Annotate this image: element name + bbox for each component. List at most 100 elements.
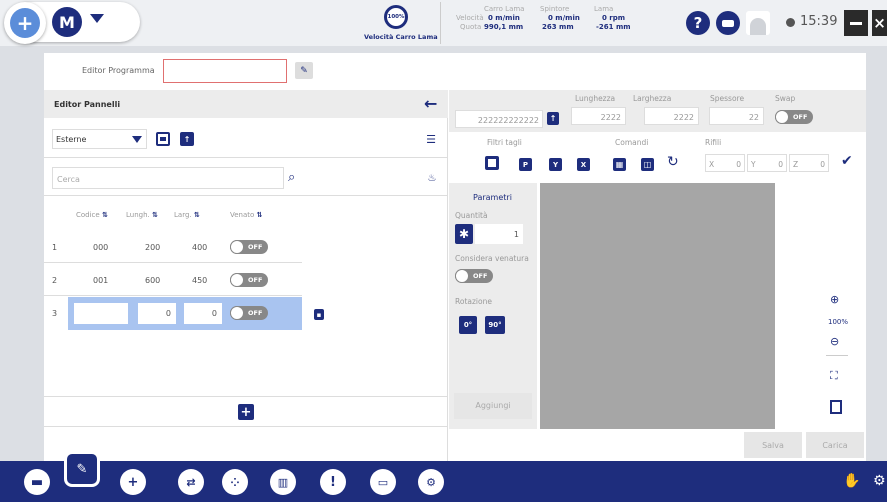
search-input[interactable]: Cerca: [52, 167, 284, 189]
clock-time: 15:39: [800, 14, 838, 29]
col-larg-label: Larg.: [174, 211, 192, 219]
preview-canvas[interactable]: [540, 183, 775, 429]
quantita-input[interactable]: 1: [475, 224, 523, 244]
confirm-check-icon[interactable]: ✔: [841, 153, 853, 169]
venatura-label: Considera venatura: [455, 254, 529, 263]
divider: [44, 157, 448, 158]
venato-toggle-label: OFF: [248, 276, 263, 284]
larghezza-input[interactable]: 2222: [644, 107, 699, 125]
venatura-toggle-label: OFF: [473, 272, 488, 280]
help-icon[interactable]: ?: [686, 11, 710, 35]
col-codice[interactable]: Codice ⇅: [76, 211, 108, 219]
gear-icon[interactable]: ⚙: [873, 473, 886, 489]
speed-gauge-icon[interactable]: 100%: [384, 5, 408, 29]
panel-dimensions-bar: 222222222222 ↑ Lunghezza 2222 Larghezza …: [449, 90, 866, 132]
upload-icon[interactable]: ↑: [547, 112, 559, 125]
trash-icon[interactable]: ▪: [314, 309, 324, 320]
speed-label: Velocità Carro Lama: [364, 33, 438, 41]
filtri-label: Filtri tagli: [487, 138, 522, 147]
rotation-0-button[interactable]: 0°: [459, 316, 477, 334]
venato-toggle-label: OFF: [248, 309, 263, 317]
table-row[interactable]: 1 000 200 400 OFF: [44, 231, 302, 263]
filter-select[interactable]: Esterne: [52, 129, 147, 149]
venato-toggle[interactable]: OFF: [230, 306, 268, 320]
plus-icon[interactable]: +: [120, 469, 146, 495]
asterisk-icon[interactable]: ✱: [455, 224, 473, 244]
warning-icon[interactable]: !: [320, 469, 346, 495]
main-menu-pill[interactable]: + M: [4, 2, 140, 44]
venatura-toggle[interactable]: OFF: [455, 269, 493, 283]
filter-x-button[interactable]: X: [577, 158, 590, 171]
zoom-out-icon[interactable]: ⊖: [830, 335, 839, 348]
settings-icon[interactable]: ⚙: [418, 469, 444, 495]
cell-lungh-input[interactable]: 0: [138, 303, 176, 324]
salva-button[interactable]: Salva: [744, 432, 802, 458]
top-bar: + M 100% Velocità Carro Lama Carro Lama …: [0, 0, 887, 46]
editor-programma-input[interactable]: [163, 59, 287, 83]
venato-toggle[interactable]: OFF: [230, 240, 268, 254]
add-row-icon[interactable]: +: [238, 404, 254, 420]
logo-icon: M: [52, 7, 82, 37]
spessore-input[interactable]: 22: [709, 107, 764, 125]
col-venato-label: Venato: [230, 211, 255, 219]
quota-carro: 990,1 mm: [484, 23, 524, 31]
table-row[interactable]: 2 001 600 450 OFF: [44, 264, 302, 296]
rifili-z-field[interactable]: Z 0: [789, 154, 829, 172]
card-icon[interactable]: ▭: [370, 469, 396, 495]
arrows-icon[interactable]: ⇄: [178, 469, 204, 495]
plus-circle-icon[interactable]: +: [4, 2, 46, 44]
minimize-icon[interactable]: [844, 10, 868, 36]
rifili-x-field[interactable]: X 0: [705, 154, 745, 172]
carica-button[interactable]: Carica: [806, 432, 864, 458]
upload-icon[interactable]: ↑: [180, 132, 194, 146]
filter-y-button[interactable]: Y: [549, 158, 562, 171]
col-lungh-label: Lungh.: [126, 211, 150, 219]
panel-code-input[interactable]: 222222222222: [455, 110, 543, 128]
close-icon[interactable]: ×: [872, 10, 887, 36]
dots-icon[interactable]: ⁘: [222, 469, 248, 495]
table-row-selected[interactable]: 3 0 0 OFF: [44, 297, 302, 330]
status-row2-label: Quota: [460, 23, 482, 31]
col-larg[interactable]: Larg. ⇅: [174, 211, 200, 219]
col-lungh[interactable]: Lungh. ⇅: [126, 211, 158, 219]
rifili-y-field[interactable]: Y 0: [747, 154, 787, 172]
rifili-y-label: Y: [751, 160, 756, 169]
chevron-down-icon: [132, 136, 142, 143]
aggiungi-button[interactable]: Aggiungi: [454, 393, 532, 419]
rifili-x-label: X: [709, 160, 715, 169]
zoom-in-icon[interactable]: ⊕: [830, 293, 839, 306]
edit-icon[interactable]: ✎: [295, 62, 313, 79]
page-icon[interactable]: [830, 400, 842, 414]
split-icon[interactable]: ◫: [641, 158, 654, 171]
back-arrow-icon[interactable]: ←: [424, 94, 437, 113]
editor-icon[interactable]: ✎: [64, 451, 100, 487]
save-icon[interactable]: [156, 132, 170, 146]
rotation-90-button[interactable]: 90°: [485, 316, 505, 334]
rifili-z-value: 0: [820, 160, 825, 169]
hand-icon[interactable]: ✋: [843, 473, 860, 489]
fit-icon[interactable]: ⛶: [830, 369, 838, 383]
filter-toolbar: Filtri tagli P Y X Comandi ▦ ◫ ↻ Rifili …: [449, 133, 866, 181]
user-avatar-icon[interactable]: [746, 11, 770, 35]
cell-larg-input[interactable]: 0: [184, 303, 222, 324]
search-icon[interactable]: ⌕: [288, 170, 295, 185]
cell-codice: 001: [93, 276, 109, 285]
grid-icon[interactable]: ▦: [613, 158, 626, 171]
filter-all-icon[interactable]: [485, 156, 499, 170]
editor-pannelli-title: Editor Pannelli: [54, 100, 121, 109]
flame-icon[interactable]: ♨: [426, 171, 438, 185]
chevron-down-icon[interactable]: [90, 14, 104, 23]
col-venato[interactable]: Venato ⇅: [230, 211, 262, 219]
machine-icon[interactable]: [716, 11, 740, 35]
venato-toggle[interactable]: OFF: [230, 273, 268, 287]
chart-icon[interactable]: ▥: [270, 469, 296, 495]
filter-p-button[interactable]: P: [519, 158, 532, 171]
larghezza-label: Larghezza: [633, 94, 672, 103]
swap-toggle[interactable]: OFF: [775, 110, 813, 124]
refresh-icon[interactable]: ↻: [667, 154, 679, 170]
cell-codice-input[interactable]: [74, 303, 128, 324]
row-number: 3: [52, 309, 58, 318]
folder-icon[interactable]: ▬: [24, 469, 50, 495]
list-icon[interactable]: ☰: [424, 132, 438, 146]
lunghezza-input[interactable]: 2222: [571, 107, 626, 125]
